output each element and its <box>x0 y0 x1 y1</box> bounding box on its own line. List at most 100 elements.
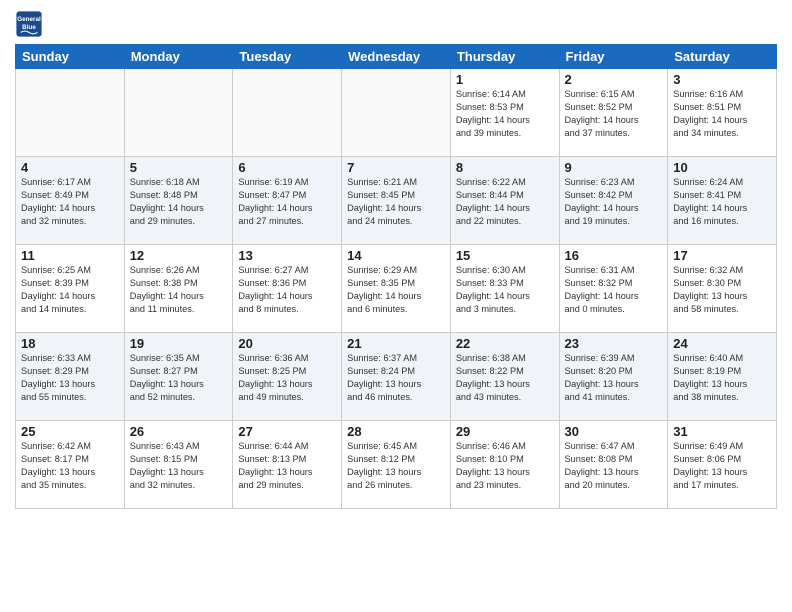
calendar-cell: 28Sunrise: 6:45 AM Sunset: 8:12 PM Dayli… <box>342 421 451 509</box>
day-detail: Sunrise: 6:30 AM Sunset: 8:33 PM Dayligh… <box>456 264 554 316</box>
calendar-cell: 13Sunrise: 6:27 AM Sunset: 8:36 PM Dayli… <box>233 245 342 333</box>
day-detail: Sunrise: 6:33 AM Sunset: 8:29 PM Dayligh… <box>21 352 119 404</box>
calendar-week-3: 11Sunrise: 6:25 AM Sunset: 8:39 PM Dayli… <box>16 245 777 333</box>
day-detail: Sunrise: 6:14 AM Sunset: 8:53 PM Dayligh… <box>456 88 554 140</box>
calendar-cell: 14Sunrise: 6:29 AM Sunset: 8:35 PM Dayli… <box>342 245 451 333</box>
calendar-cell: 22Sunrise: 6:38 AM Sunset: 8:22 PM Dayli… <box>450 333 559 421</box>
day-number: 30 <box>565 424 663 439</box>
calendar-cell: 1Sunrise: 6:14 AM Sunset: 8:53 PM Daylig… <box>450 69 559 157</box>
day-number: 13 <box>238 248 336 263</box>
calendar-week-5: 25Sunrise: 6:42 AM Sunset: 8:17 PM Dayli… <box>16 421 777 509</box>
day-number: 11 <box>21 248 119 263</box>
calendar-cell: 6Sunrise: 6:19 AM Sunset: 8:47 PM Daylig… <box>233 157 342 245</box>
calendar-cell: 18Sunrise: 6:33 AM Sunset: 8:29 PM Dayli… <box>16 333 125 421</box>
day-number: 6 <box>238 160 336 175</box>
calendar-week-1: 1Sunrise: 6:14 AM Sunset: 8:53 PM Daylig… <box>16 69 777 157</box>
day-detail: Sunrise: 6:40 AM Sunset: 8:19 PM Dayligh… <box>673 352 771 404</box>
calendar-cell: 2Sunrise: 6:15 AM Sunset: 8:52 PM Daylig… <box>559 69 668 157</box>
day-number: 10 <box>673 160 771 175</box>
day-detail: Sunrise: 6:45 AM Sunset: 8:12 PM Dayligh… <box>347 440 445 492</box>
day-detail: Sunrise: 6:26 AM Sunset: 8:38 PM Dayligh… <box>130 264 228 316</box>
day-number: 22 <box>456 336 554 351</box>
day-number: 7 <box>347 160 445 175</box>
col-header-friday: Friday <box>559 45 668 69</box>
calendar-cell <box>16 69 125 157</box>
day-detail: Sunrise: 6:15 AM Sunset: 8:52 PM Dayligh… <box>565 88 663 140</box>
calendar-cell: 17Sunrise: 6:32 AM Sunset: 8:30 PM Dayli… <box>668 245 777 333</box>
day-number: 8 <box>456 160 554 175</box>
day-number: 27 <box>238 424 336 439</box>
col-header-thursday: Thursday <box>450 45 559 69</box>
calendar-cell: 30Sunrise: 6:47 AM Sunset: 8:08 PM Dayli… <box>559 421 668 509</box>
day-number: 17 <box>673 248 771 263</box>
calendar-cell: 11Sunrise: 6:25 AM Sunset: 8:39 PM Dayli… <box>16 245 125 333</box>
day-detail: Sunrise: 6:22 AM Sunset: 8:44 PM Dayligh… <box>456 176 554 228</box>
day-number: 21 <box>347 336 445 351</box>
calendar-cell: 5Sunrise: 6:18 AM Sunset: 8:48 PM Daylig… <box>124 157 233 245</box>
day-number: 9 <box>565 160 663 175</box>
day-detail: Sunrise: 6:27 AM Sunset: 8:36 PM Dayligh… <box>238 264 336 316</box>
day-detail: Sunrise: 6:23 AM Sunset: 8:42 PM Dayligh… <box>565 176 663 228</box>
day-number: 26 <box>130 424 228 439</box>
day-detail: Sunrise: 6:37 AM Sunset: 8:24 PM Dayligh… <box>347 352 445 404</box>
day-detail: Sunrise: 6:17 AM Sunset: 8:49 PM Dayligh… <box>21 176 119 228</box>
day-number: 4 <box>21 160 119 175</box>
header: General Blue <box>15 10 777 38</box>
day-number: 1 <box>456 72 554 87</box>
calendar-week-4: 18Sunrise: 6:33 AM Sunset: 8:29 PM Dayli… <box>16 333 777 421</box>
calendar-cell: 10Sunrise: 6:24 AM Sunset: 8:41 PM Dayli… <box>668 157 777 245</box>
day-detail: Sunrise: 6:35 AM Sunset: 8:27 PM Dayligh… <box>130 352 228 404</box>
day-detail: Sunrise: 6:21 AM Sunset: 8:45 PM Dayligh… <box>347 176 445 228</box>
day-number: 24 <box>673 336 771 351</box>
calendar-cell: 23Sunrise: 6:39 AM Sunset: 8:20 PM Dayli… <box>559 333 668 421</box>
calendar-week-2: 4Sunrise: 6:17 AM Sunset: 8:49 PM Daylig… <box>16 157 777 245</box>
day-detail: Sunrise: 6:31 AM Sunset: 8:32 PM Dayligh… <box>565 264 663 316</box>
day-detail: Sunrise: 6:24 AM Sunset: 8:41 PM Dayligh… <box>673 176 771 228</box>
calendar-cell: 27Sunrise: 6:44 AM Sunset: 8:13 PM Dayli… <box>233 421 342 509</box>
calendar-cell: 16Sunrise: 6:31 AM Sunset: 8:32 PM Dayli… <box>559 245 668 333</box>
day-number: 19 <box>130 336 228 351</box>
calendar-cell: 3Sunrise: 6:16 AM Sunset: 8:51 PM Daylig… <box>668 69 777 157</box>
day-number: 14 <box>347 248 445 263</box>
calendar-cell: 15Sunrise: 6:30 AM Sunset: 8:33 PM Dayli… <box>450 245 559 333</box>
day-detail: Sunrise: 6:38 AM Sunset: 8:22 PM Dayligh… <box>456 352 554 404</box>
calendar-table: SundayMondayTuesdayWednesdayThursdayFrid… <box>15 44 777 509</box>
col-header-tuesday: Tuesday <box>233 45 342 69</box>
day-detail: Sunrise: 6:25 AM Sunset: 8:39 PM Dayligh… <box>21 264 119 316</box>
calendar-cell <box>124 69 233 157</box>
calendar-cell: 31Sunrise: 6:49 AM Sunset: 8:06 PM Dayli… <box>668 421 777 509</box>
day-detail: Sunrise: 6:43 AM Sunset: 8:15 PM Dayligh… <box>130 440 228 492</box>
col-header-monday: Monday <box>124 45 233 69</box>
day-number: 31 <box>673 424 771 439</box>
day-number: 3 <box>673 72 771 87</box>
calendar-cell: 29Sunrise: 6:46 AM Sunset: 8:10 PM Dayli… <box>450 421 559 509</box>
day-detail: Sunrise: 6:39 AM Sunset: 8:20 PM Dayligh… <box>565 352 663 404</box>
svg-text:Blue: Blue <box>22 24 36 31</box>
day-number: 29 <box>456 424 554 439</box>
day-detail: Sunrise: 6:16 AM Sunset: 8:51 PM Dayligh… <box>673 88 771 140</box>
calendar-header-row: SundayMondayTuesdayWednesdayThursdayFrid… <box>16 45 777 69</box>
day-detail: Sunrise: 6:47 AM Sunset: 8:08 PM Dayligh… <box>565 440 663 492</box>
calendar-cell: 12Sunrise: 6:26 AM Sunset: 8:38 PM Dayli… <box>124 245 233 333</box>
day-number: 5 <box>130 160 228 175</box>
day-number: 12 <box>130 248 228 263</box>
day-detail: Sunrise: 6:32 AM Sunset: 8:30 PM Dayligh… <box>673 264 771 316</box>
logo: General Blue <box>15 10 43 38</box>
calendar-cell: 7Sunrise: 6:21 AM Sunset: 8:45 PM Daylig… <box>342 157 451 245</box>
calendar-cell: 20Sunrise: 6:36 AM Sunset: 8:25 PM Dayli… <box>233 333 342 421</box>
page-container: General Blue SundayMondayTuesdayWednesda… <box>0 0 792 517</box>
calendar-cell: 9Sunrise: 6:23 AM Sunset: 8:42 PM Daylig… <box>559 157 668 245</box>
day-detail: Sunrise: 6:44 AM Sunset: 8:13 PM Dayligh… <box>238 440 336 492</box>
day-detail: Sunrise: 6:18 AM Sunset: 8:48 PM Dayligh… <box>130 176 228 228</box>
day-detail: Sunrise: 6:42 AM Sunset: 8:17 PM Dayligh… <box>21 440 119 492</box>
day-detail: Sunrise: 6:19 AM Sunset: 8:47 PM Dayligh… <box>238 176 336 228</box>
logo-icon: General Blue <box>15 10 43 38</box>
day-detail: Sunrise: 6:46 AM Sunset: 8:10 PM Dayligh… <box>456 440 554 492</box>
calendar-cell: 25Sunrise: 6:42 AM Sunset: 8:17 PM Dayli… <box>16 421 125 509</box>
calendar-cell: 24Sunrise: 6:40 AM Sunset: 8:19 PM Dayli… <box>668 333 777 421</box>
svg-text:General: General <box>17 16 41 23</box>
day-number: 25 <box>21 424 119 439</box>
day-number: 28 <box>347 424 445 439</box>
calendar-cell: 8Sunrise: 6:22 AM Sunset: 8:44 PM Daylig… <box>450 157 559 245</box>
calendar-cell <box>342 69 451 157</box>
